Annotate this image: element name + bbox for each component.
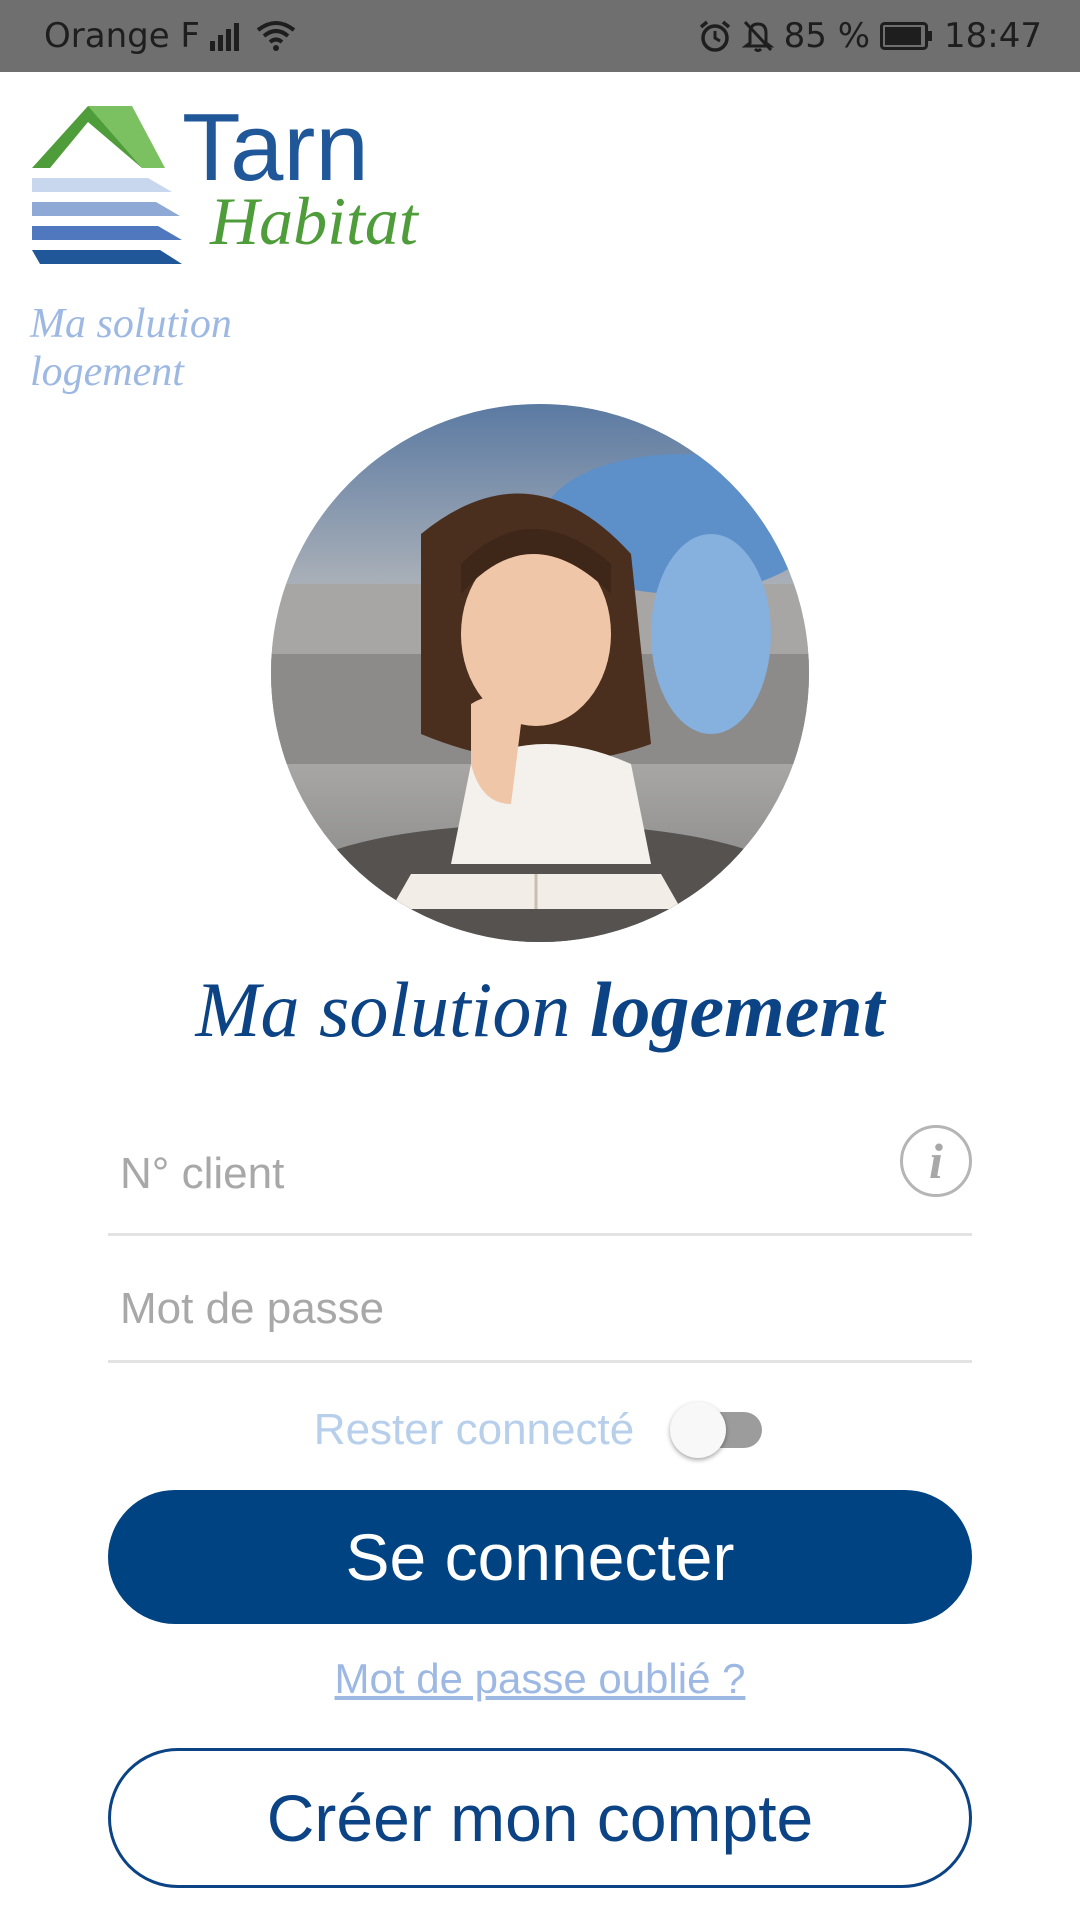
notifications-off-icon [741,19,774,53]
create-account-button[interactable]: Créer mon compte [108,1748,972,1888]
hero-illustration [271,404,809,942]
tarn-habitat-logo: Tarn Habitat [30,98,418,273]
password-field [108,1258,972,1363]
title-regular: Ma solution [195,966,590,1053]
carrier-name: Orange F [44,16,200,56]
battery-icon [880,22,934,50]
logo-word-habitat: Habitat [210,183,418,259]
title-bold: logement [589,966,885,1053]
remember-me-toggle[interactable] [670,1400,766,1460]
status-bar: Orange F 85 % 18:47 [0,0,1080,72]
battery-percent: 85 % [783,16,871,56]
forgot-password-link[interactable]: Mot de passe oublié ? [0,1655,1080,1703]
logo-tagline: Ma solution logement [30,301,232,395]
info-icon[interactable]: i [900,1125,972,1197]
alarm-icon [698,19,732,53]
page-title: Ma solution logement [0,960,1080,1060]
status-right: 85 % 18:47 [698,0,1042,72]
hero-photo [271,404,809,942]
client-number-input[interactable] [108,1115,872,1233]
status-left: Orange F [44,0,296,72]
login-button[interactable]: Se connecter [108,1490,972,1624]
remember-me-label: Rester connecté [313,1405,635,1454]
client-number-field: i [108,1115,972,1236]
toggle-knob [670,1402,727,1458]
clock-time: 18:47 [944,16,1042,56]
signal-icon [210,21,246,51]
logo-house-icon [32,106,182,264]
remember-me-row: Rester connecté [0,1395,1080,1465]
password-input[interactable] [108,1258,872,1360]
wifi-icon [256,20,296,52]
